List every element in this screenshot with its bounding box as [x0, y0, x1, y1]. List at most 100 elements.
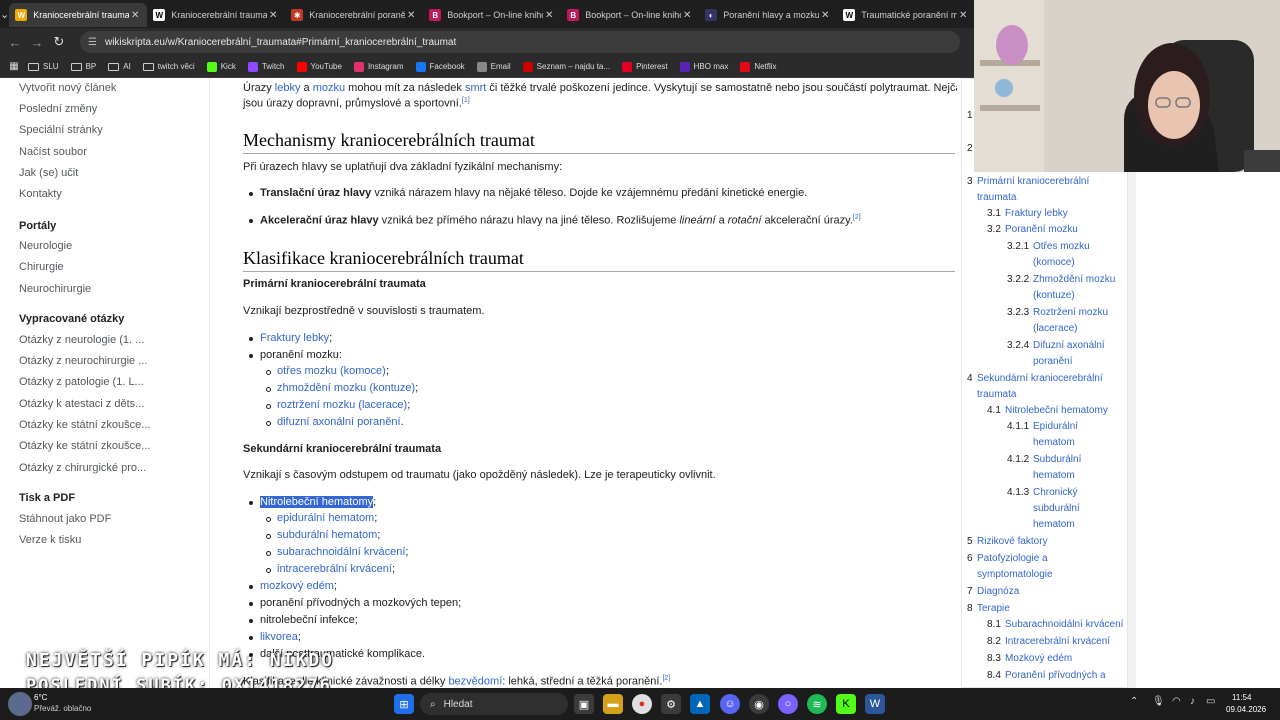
toc-link[interactable]: Fraktury lebky [1005, 206, 1068, 222]
windows-start-icon[interactable]: ⊞ [394, 694, 414, 714]
toc-link[interactable]: Epidurální hematom [1033, 419, 1093, 451]
address-bar[interactable]: ☰ wikiskripta.eu/w/Kraniocerebrální_trau… [80, 31, 960, 53]
file-explorer-icon[interactable]: ▬ [603, 694, 623, 714]
microphone-icon[interactable]: 🎙 [1152, 696, 1165, 707]
close-tab-icon[interactable]: ✕ [405, 10, 417, 21]
toc-link[interactable]: Terapie [977, 601, 1010, 617]
toc-link[interactable]: Subdurální hematom [1033, 452, 1093, 484]
sub-link[interactable]: zhmoždění mozku (kontuze) [277, 382, 415, 394]
bookmark-item[interactable]: BP [70, 62, 96, 71]
sub-link[interactable]: subarachnoidální krvácení [277, 546, 405, 558]
toc-link[interactable]: Nitrolebeční hematomy [1005, 403, 1108, 419]
bookmark-item[interactable]: Kick [206, 61, 236, 72]
toc-link[interactable]: Primární kraniocerebrální traumata [977, 174, 1097, 206]
bookmark-item[interactable]: Seznam – najdu ta... [522, 61, 610, 72]
sidebar-link[interactable]: Poslední změny [19, 103, 97, 115]
reference[interactable]: [2] [662, 675, 670, 682]
browser-tab[interactable]: ◐ Poranění hlavy a mozku | ✕ [699, 3, 837, 27]
bookmark-item[interactable]: Netflix [740, 61, 777, 72]
sidebar-link[interactable]: Kontakty [19, 188, 62, 200]
sidebar-link[interactable]: Otázky z chirurgické pro... [19, 462, 146, 474]
browser-tab[interactable]: W Traumatické poranění mozku✕ [837, 3, 975, 27]
sub-link[interactable]: otřes mozku (komoce) [277, 365, 386, 377]
link-mozku[interactable]: mozku [313, 82, 345, 94]
browser-tab[interactable]: B Bookport – On-line knihovna✕ [423, 3, 561, 27]
bookmark-item[interactable]: Email [476, 61, 511, 72]
toc-link[interactable]: Difuzní axonální poranění [1033, 338, 1113, 370]
weather-icon[interactable] [8, 692, 32, 716]
site-info-icon[interactable]: ☰ [88, 37, 97, 48]
toc-link[interactable]: Mozkový edém [1005, 651, 1072, 667]
sidebar-link[interactable]: Vytvořit nový článek [19, 82, 116, 94]
sidebar-link[interactable]: Otázky ke státní zkoušce... [19, 419, 150, 431]
back-arrow-icon[interactable]: ← [4, 35, 26, 50]
sidebar-link[interactable]: Otázky z patologie (1. L... [19, 376, 144, 388]
link-smrt[interactable]: smrt [465, 82, 486, 94]
close-tab-icon[interactable]: ✕ [267, 10, 279, 21]
link-fraktury-lebky[interactable]: Fraktury lebky [260, 332, 329, 344]
forward-arrow-icon[interactable]: → [26, 35, 48, 50]
bookmark-item[interactable]: Instagram [353, 61, 404, 72]
sub-link[interactable]: difuzní axonální poranění [277, 416, 401, 428]
apps-grid-icon[interactable]: ▦ [0, 61, 28, 72]
bookmark-item[interactable]: HBO max [679, 61, 728, 72]
sidebar-link[interactable]: Otázky z neurochirurgie ... [19, 355, 147, 367]
bookmark-item[interactable]: Facebook [415, 61, 465, 72]
download-pdf-link[interactable]: Stáhnout jako PDF [19, 513, 111, 525]
discord-icon[interactable]: ☺ [720, 694, 740, 714]
sidebar-link[interactable]: Načíst soubor [19, 146, 87, 158]
kick-icon[interactable]: K [836, 694, 856, 714]
toc-link[interactable]: Roztržení mozku (lacerace) [1033, 305, 1123, 337]
close-tab-icon[interactable]: ✕ [129, 10, 141, 21]
toc-link[interactable]: Chronický subdurální hematom [1033, 485, 1093, 533]
bookmark-item[interactable]: YouTube [296, 61, 342, 72]
bookmark-item[interactable]: twitch věci [142, 62, 195, 71]
toc-link[interactable]: Zhmoždění mozku (kontuze) [1033, 272, 1123, 304]
toc-link[interactable]: Otřes mozku (komoce) [1033, 239, 1103, 271]
sub-link[interactable]: roztržení mozku (lacerace) [277, 399, 407, 411]
settings-gear-icon[interactable]: ⚙ [661, 694, 681, 714]
photos-icon[interactable]: ▲ [690, 694, 710, 714]
toc-link[interactable]: Intracerebrální krvácení [1005, 634, 1110, 650]
reference[interactable]: [1] [462, 97, 470, 104]
volume-icon[interactable]: ♪ [1190, 696, 1195, 707]
browser-tab[interactable]: B Bookport – On-line knihovna✕ [561, 3, 699, 27]
sub-link[interactable]: subdurální hematom [277, 529, 377, 541]
sidebar-link[interactable]: Neurochirurgie [19, 283, 91, 295]
bookmark-item[interactable]: SLU [28, 62, 59, 71]
toc-link[interactable]: Poranění mozku [1005, 222, 1078, 238]
word-icon[interactable]: W [865, 694, 885, 714]
reference[interactable]: [2] [853, 214, 861, 221]
wifi-icon[interactable]: ◠ [1172, 696, 1181, 707]
toc-link[interactable]: Subarachnoidální krvácení [1005, 617, 1123, 633]
tray-chevron-icon[interactable]: ⌃ [1130, 696, 1138, 707]
sub-link[interactable]: intracerebrální krvácení [277, 563, 392, 575]
close-tab-icon[interactable]: ✕ [957, 10, 969, 21]
app-icon[interactable]: ○ [778, 694, 798, 714]
toc-link[interactable]: Patofyziologie a symptomatologie [977, 551, 1077, 583]
toc-link[interactable]: Diagnóza [977, 584, 1019, 600]
sidebar-link[interactable]: Jak (se) učit [19, 167, 78, 179]
obs-icon[interactable]: ◉ [749, 694, 769, 714]
link-mozkovy-edem[interactable]: mozkový edém [260, 580, 334, 592]
print-version-link[interactable]: Verze k tisku [19, 534, 81, 546]
bookmark-item[interactable]: Twitch [247, 61, 285, 72]
browser-tab[interactable]: W Kraniocerebrální traumata ✕ [147, 3, 285, 27]
sidebar-link[interactable]: Chirurgie [19, 261, 64, 273]
chrome-icon[interactable]: ● [632, 694, 652, 714]
close-tab-icon[interactable]: ✕ [819, 10, 831, 21]
link-lebky[interactable]: lebky [275, 82, 301, 94]
sub-link[interactable]: epidurální hematom [277, 512, 374, 524]
sidebar-link[interactable]: Otázky ke státní zkoušce... [19, 440, 150, 452]
task-view-icon[interactable]: ▣ [574, 694, 594, 714]
close-tab-icon[interactable]: ✕ [543, 10, 555, 21]
spotify-icon[interactable]: ≋ [807, 694, 827, 714]
tab-search-chevron-icon[interactable]: ⌄ [0, 0, 9, 28]
browser-tab[interactable]: W Kraniocerebrální traumat ✕ [9, 3, 148, 27]
battery-icon[interactable]: ▭ [1206, 696, 1215, 707]
sidebar-link[interactable]: Otázky k atestaci z děts... [19, 398, 144, 410]
link-nitrolebecni-hematomy-selected[interactable]: Nitrolebeční hematomy [260, 496, 374, 508]
browser-tab[interactable]: ✱ Kraniocerebrální poranění ✕ [285, 3, 423, 27]
toc-link[interactable]: Rizikové faktory [977, 534, 1048, 550]
toc-link[interactable]: Sekundární kraniocerebrální traumata [977, 371, 1107, 403]
